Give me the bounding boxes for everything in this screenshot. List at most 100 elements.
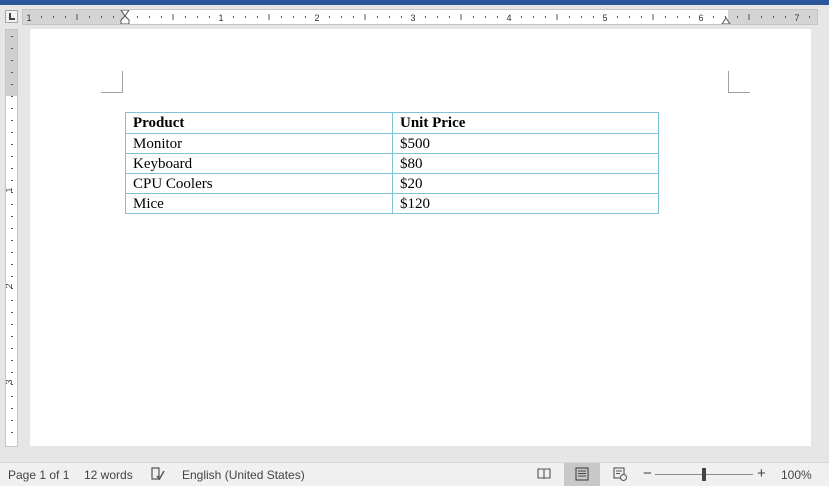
ruler-tick <box>11 108 13 109</box>
table-row: Monitor $500 <box>125 133 659 154</box>
table-cell[interactable]: $500 <box>392 133 659 154</box>
ruler-tick <box>209 16 210 18</box>
ruler-tick <box>449 16 450 18</box>
ruler-tick <box>11 120 13 121</box>
ruler-number: 1 <box>26 13 31 23</box>
web-layout-icon <box>613 467 627 481</box>
ruler-tick <box>11 72 13 73</box>
table-row: CPU Coolers $20 <box>125 173 659 194</box>
ruler-tick <box>11 372 13 373</box>
ruler-tick <box>533 16 534 18</box>
page-count[interactable]: Page 1 of 1 <box>8 468 69 482</box>
ruler-tick <box>593 16 594 18</box>
crop-mark-top-left <box>101 71 123 93</box>
ruler-number: 5 <box>602 13 607 23</box>
ruler-tick <box>389 16 390 18</box>
vertical-ruler-ticks: 1 2 3 <box>6 36 14 433</box>
header-cell-unit-price[interactable]: Unit Price <box>392 112 659 134</box>
ruler-tick <box>11 432 13 433</box>
ruler-tick <box>341 16 342 18</box>
table-cell[interactable]: CPU Coolers <box>125 173 393 194</box>
zoom-level[interactable]: 100% <box>781 468 812 482</box>
ruler-tick <box>11 360 13 361</box>
ruler-tick <box>641 16 642 18</box>
ruler-number: 6 <box>698 13 703 23</box>
ruler-tick <box>485 16 486 18</box>
ruler-tick <box>11 312 13 313</box>
ruler-tick <box>11 228 13 229</box>
ruler-tick <box>11 420 13 421</box>
ruler-tick <box>257 16 258 18</box>
proofing-icon[interactable] <box>151 467 165 481</box>
ruler-tick <box>149 16 150 18</box>
read-mode-button[interactable] <box>526 463 562 486</box>
ruler-tick <box>41 16 42 18</box>
horizontal-ruler[interactable]: 1 1 2 3 4 5 6 7 <box>22 9 818 25</box>
ruler-tick <box>11 336 13 337</box>
left-indent-marker[interactable] <box>120 10 130 24</box>
tab-selector-icon[interactable] <box>5 10 18 23</box>
ruler-number: 1 <box>218 13 223 23</box>
status-bar: Page 1 of 1 12 words English (United Sta… <box>0 462 829 486</box>
ruler-tick <box>185 16 186 18</box>
ruler-tick <box>11 288 13 289</box>
word-window: 1 1 2 3 4 5 6 7 1 2 3 <box>0 0 829 486</box>
vertical-ruler[interactable]: 1 2 3 <box>5 29 18 447</box>
ruler-tick <box>11 204 13 205</box>
ruler-tick <box>377 16 378 18</box>
word-count[interactable]: 12 words <box>84 468 133 482</box>
ruler-tick <box>89 16 90 18</box>
ruler-tick <box>617 16 618 18</box>
ruler-tick <box>11 156 13 157</box>
ruler-tick <box>11 396 13 397</box>
print-layout-button[interactable] <box>564 463 600 486</box>
ruler-number: 3 <box>6 379 14 384</box>
ruler-number: 2 <box>6 283 14 288</box>
table-cell[interactable]: Monitor <box>125 133 393 154</box>
web-layout-button[interactable] <box>602 463 638 486</box>
ruler-tick <box>581 16 582 18</box>
ruler-tick <box>569 16 570 18</box>
ruler-tick <box>113 16 114 18</box>
table-cell[interactable]: Mice <box>125 193 393 214</box>
ruler-tick <box>737 16 738 18</box>
ruler-tick <box>65 16 66 18</box>
read-mode-icon <box>537 468 551 480</box>
ruler-tick <box>329 16 330 18</box>
right-indent-marker[interactable] <box>721 17 731 24</box>
ruler-tick <box>305 16 306 18</box>
zoom-out-button[interactable]: − <box>643 465 652 482</box>
ruler-tick <box>677 16 678 18</box>
ruler-tick <box>11 168 13 169</box>
table-row: Mice $120 <box>125 193 659 214</box>
zoom-in-button[interactable]: + <box>757 465 766 482</box>
ruler-tick <box>11 84 13 85</box>
horizontal-ruler-ticks: 1 1 2 3 4 5 6 7 <box>26 10 810 24</box>
table-cell[interactable]: Keyboard <box>125 153 393 174</box>
ruler-tick <box>11 240 13 241</box>
ruler-tick <box>11 192 13 193</box>
ruler-tick <box>233 16 234 18</box>
ruler-tick <box>281 16 282 18</box>
ruler-tick <box>11 180 13 181</box>
zoom-slider-thumb[interactable] <box>702 468 706 481</box>
ruler-tick <box>245 16 246 18</box>
ruler-number: 1 <box>6 187 14 192</box>
ruler-tick <box>197 16 198 18</box>
ruler-tick <box>11 36 13 37</box>
ruler-number: 4 <box>506 13 511 23</box>
header-cell-product[interactable]: Product <box>125 112 393 134</box>
ruler-tick <box>11 60 13 61</box>
ruler-tick <box>11 348 13 349</box>
language-indicator[interactable]: English (United States) <box>182 468 305 482</box>
table-cell[interactable]: $80 <box>392 153 659 174</box>
ruler-tick <box>785 16 786 18</box>
ruler-number: 3 <box>410 13 415 23</box>
table-cell[interactable]: $120 <box>392 193 659 214</box>
product-table[interactable]: Product Unit Price Monitor $500 Keyboard… <box>125 112 659 214</box>
ruler-tick <box>401 16 402 18</box>
table-cell[interactable]: $20 <box>392 173 659 194</box>
ruler-tick <box>11 216 13 217</box>
ruler-tick <box>497 16 498 18</box>
document-page[interactable]: Product Unit Price Monitor $500 Keyboard… <box>30 29 811 446</box>
